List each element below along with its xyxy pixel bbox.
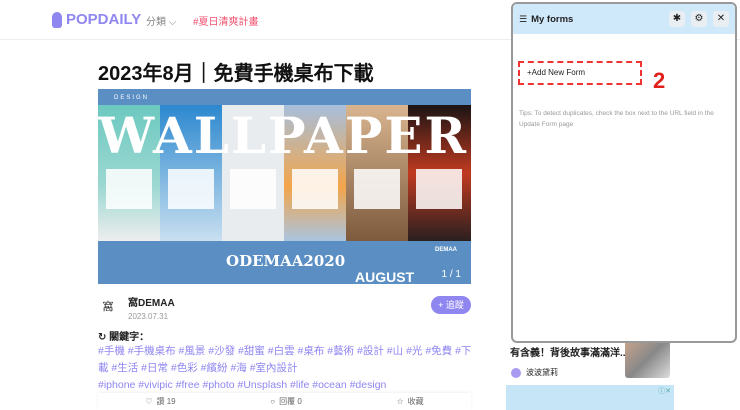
action-bar: ♡ 讚 19 ○ 回覆 0 ☆ 收藏 <box>98 393 471 410</box>
author-avatar <box>511 367 521 378</box>
tags-chinese[interactable]: #手機 #手機桌布 #風景 #沙發 #甜蜜 #白雲 #桌布 #藝術 #設計 #山… <box>98 343 473 377</box>
keywords-label: 關鍵字： <box>109 332 150 343</box>
promo-link[interactable]: #夏日清爽計畫 <box>193 13 259 28</box>
category-menu[interactable]: 分類 ⌵ <box>146 13 176 28</box>
category-label: 分類 <box>146 17 166 28</box>
logo-icon <box>52 11 62 28</box>
hero-top-label: DESIGN <box>114 95 150 101</box>
sidebar-article-title[interactable]: 有含義！背後故事滿滿洋... <box>510 344 628 359</box>
logo[interactable]: POPDAILY <box>52 11 141 28</box>
image-pager: 1 / 1 <box>441 269 461 280</box>
sidebar-thumbnail[interactable] <box>625 340 670 378</box>
bug-icon[interactable]: ✱ <box>669 11 685 27</box>
save-label: 收藏 <box>407 397 424 406</box>
panel-title: My forms <box>531 13 574 25</box>
hero-image[interactable]: DESIGN WALLPAPERS ODEMAA2020 AUGUST DEMA… <box>98 89 471 284</box>
panel-header: ☰ My forms ✱ ⚙ ✕ <box>513 4 735 34</box>
hero-month: AUGUST <box>355 269 415 284</box>
comment-button[interactable]: ○ 回覆 0 <box>270 393 302 410</box>
sidebar-author[interactable]: 波波黛莉 <box>511 367 558 378</box>
close-icon[interactable]: ✕ <box>713 11 729 27</box>
hero-brand: ODEMAA2020 <box>226 252 346 270</box>
tips-text: Tips: To detect duplicates, check the bo… <box>519 110 714 128</box>
heart-icon: ♡ <box>145 397 153 406</box>
hero-logo: DEMAA <box>435 247 457 253</box>
page-title: 2023年8月｜免費手機桌布下載 <box>98 63 374 85</box>
author-avatar: 窩 <box>102 300 114 313</box>
comment-icon: ○ <box>270 397 276 406</box>
add-new-form-button[interactable]: +Add New Form <box>518 61 642 85</box>
comment-label: 回覆 0 <box>279 397 302 406</box>
gear-icon[interactable]: ⚙ <box>691 11 707 27</box>
post-date: 2023.07.31 <box>128 312 169 321</box>
ad-banner[interactable]: ⓘ✕ <box>506 385 674 410</box>
tag-list[interactable]: #手機 #手機桌布 #風景 #沙發 #甜蜜 #白雲 #桌布 #藝術 #設計 #山… <box>98 343 473 394</box>
hero-big-text: WALLPAPERS <box>98 106 471 165</box>
my-forms-panel: ☰ My forms ✱ ⚙ ✕ +Add New Form 2 Tips: T… <box>511 2 737 343</box>
tags-english[interactable]: #iphone #vivipic #free #photo #Unsplash … <box>98 377 473 394</box>
chevron-down-icon: ⌵ <box>168 17 177 28</box>
step-annotation: 2 <box>653 68 666 93</box>
save-button[interactable]: ☆ 收藏 <box>396 393 423 410</box>
ad-close-icon[interactable]: ⓘ✕ <box>658 386 671 396</box>
history-icon: ↻ <box>98 332 107 343</box>
author-name[interactable]: 窩DEMAA <box>128 294 175 309</box>
like-label: 讚 19 <box>156 397 176 406</box>
list-icon: ☰ <box>519 13 528 24</box>
logo-text: POPDAILY <box>66 11 142 28</box>
sidebar-author-name: 波波黛莉 <box>526 368 558 377</box>
author-info[interactable]: 窩 窩DEMAA 2023.07.31 <box>98 294 175 321</box>
keywords-heading: ↻ 關鍵字： <box>98 328 149 343</box>
star-icon: ☆ <box>396 397 404 406</box>
follow-button[interactable]: + 追蹤 <box>431 296 471 314</box>
like-button[interactable]: ♡ 讚 19 <box>145 393 175 410</box>
